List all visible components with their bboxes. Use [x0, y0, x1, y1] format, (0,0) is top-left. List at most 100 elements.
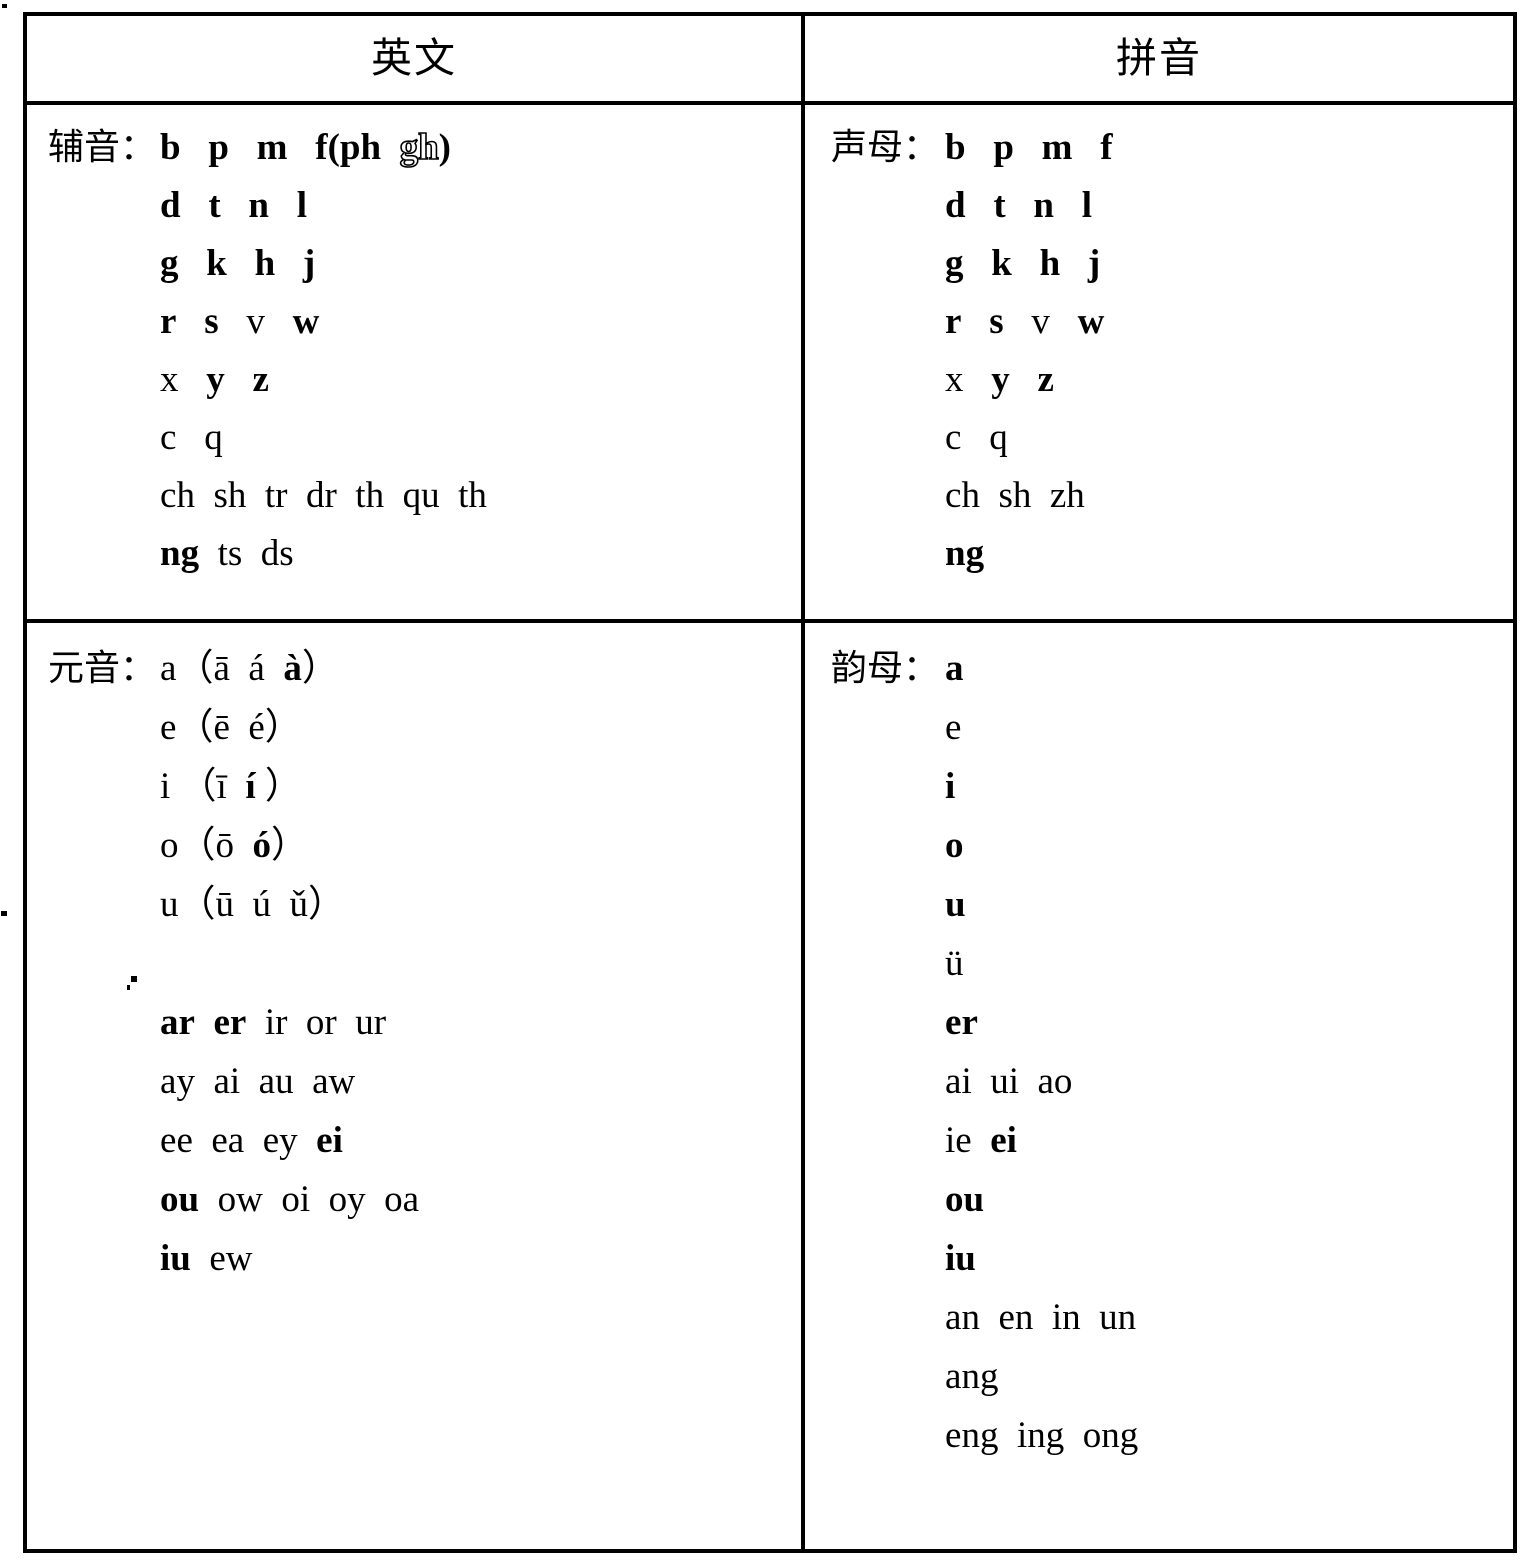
- column-header-english: 英文: [371, 34, 457, 82]
- phoneme-token: [1019, 1061, 1038, 1102]
- phoneme-line: c q: [945, 409, 1113, 467]
- phoneme-token: ): [438, 127, 451, 168]
- phoneme-token: [199, 1179, 218, 1220]
- phoneme-token: [1014, 127, 1042, 168]
- phoneme-token: [269, 185, 297, 226]
- phoneme-token: b: [160, 127, 181, 168]
- phoneme-token: ai: [945, 1061, 972, 1102]
- phoneme-token: [193, 1120, 212, 1161]
- column-header-pinyin: 拼音: [1116, 34, 1202, 82]
- phoneme-token: [246, 1002, 265, 1043]
- phoneme-token: oy: [328, 1179, 366, 1220]
- phoneme-token: th: [458, 475, 487, 516]
- phoneme-token: iu: [945, 1238, 976, 1279]
- phonics-comparison-table: 英文 拼音 辅音： b p m f(ph gh) d t n lg k h jr …: [23, 12, 1517, 1553]
- phoneme-token: f: [1100, 127, 1113, 168]
- phoneme-line: ee ea ey ei: [160, 1111, 419, 1170]
- phoneme-token: [199, 533, 218, 574]
- phoneme-token: [287, 1002, 306, 1043]
- phoneme-token: w: [292, 301, 320, 342]
- phoneme-token: zh: [1049, 475, 1085, 516]
- scan-artifact-speck: [131, 976, 137, 982]
- phoneme-token: ou: [160, 1179, 200, 1220]
- phoneme-token: v: [1031, 301, 1050, 342]
- phoneme-line: ay ai au aw: [160, 1052, 419, 1111]
- consonant-cell-pinyin: 声母： b p m fd t n lg k h jr s v wx y zc q…: [805, 105, 1513, 619]
- phoneme-token: h: [1039, 243, 1061, 284]
- phoneme-token: [230, 648, 249, 689]
- consonant-row: 辅音： b p m f(ph gh) d t n lg k h jr s v wx…: [27, 105, 1513, 623]
- phoneme-token: iu: [160, 1238, 191, 1279]
- phoneme-token: l: [1081, 185, 1093, 226]
- phoneme-token: y: [991, 359, 1010, 400]
- phoneme-token: [966, 127, 994, 168]
- phoneme-token: o（ō: [160, 825, 235, 866]
- phoneme-line: o: [945, 816, 1138, 875]
- phoneme-token: [263, 1179, 282, 1220]
- phoneme-token: [440, 475, 459, 516]
- phoneme-token: ai: [213, 1061, 241, 1102]
- phoneme-token: t: [993, 185, 1006, 226]
- phoneme-line: [160, 934, 419, 993]
- phoneme-token: [287, 475, 306, 516]
- phoneme-token: r: [160, 301, 177, 342]
- phoneme-line: ou ow oi oy oa: [160, 1170, 419, 1229]
- phoneme-line: eng ing ong: [945, 1406, 1138, 1465]
- phoneme-line: b p m f(ph gh): [160, 119, 487, 177]
- scan-artifact-speck: [2, 4, 7, 8]
- phoneme-token: [227, 243, 255, 284]
- phoneme-token: e: [945, 707, 962, 748]
- phoneme-token: [288, 127, 316, 168]
- vowel-english-body: 元音： a（ā á à） e（ē é） i （ī í ） o（ō ó） u（ū ú ǔ）…: [27, 623, 801, 1288]
- phoneme-token: [229, 127, 257, 168]
- phoneme-token: [1081, 1297, 1100, 1338]
- phoneme-line: ar er ir or ur: [160, 993, 419, 1052]
- phoneme-token: [176, 301, 204, 342]
- phoneme-token: ie: [945, 1120, 972, 1161]
- phoneme-token: ow: [217, 1179, 263, 1220]
- phoneme-token: [221, 185, 249, 226]
- phoneme-token: [1012, 243, 1040, 284]
- phoneme-token: ó: [252, 825, 272, 866]
- phoneme-token: n: [248, 185, 269, 226]
- consonant-pinyin-lines: b p m fd t n lg k h jr s v wx y zc q ch s…: [939, 119, 1113, 583]
- phoneme-line: ü: [945, 934, 1138, 993]
- phoneme-token: g: [945, 243, 964, 284]
- phoneme-token: [275, 243, 303, 284]
- phoneme-token: eng: [945, 1415, 999, 1456]
- phoneme-token: ）: [255, 766, 302, 807]
- phoneme-token: ei: [316, 1120, 343, 1161]
- consonant-english-body: 辅音： b p m f(ph gh) d t n lg k h jr s v wx…: [27, 105, 801, 583]
- phoneme-line: u（ū ú ǔ）: [160, 875, 419, 934]
- phoneme-token: [998, 1415, 1017, 1456]
- header-cell-pinyin: 拼音: [805, 16, 1513, 101]
- scan-artifact-speck: [1, 911, 7, 916]
- phoneme-token: qu: [402, 475, 440, 516]
- phoneme-token: í: [245, 766, 256, 807]
- phoneme-token: er: [945, 1002, 978, 1043]
- phoneme-token: ir: [264, 1002, 288, 1043]
- phoneme-token: sh: [213, 475, 247, 516]
- phoneme-token: [966, 185, 994, 226]
- phoneme-token: é）: [248, 707, 302, 748]
- phoneme-token: p: [993, 127, 1014, 168]
- phoneme-token: k: [991, 243, 1012, 284]
- phoneme-token: ng: [945, 533, 985, 574]
- phoneme-token: u: [945, 884, 966, 925]
- phoneme-token: [337, 475, 356, 516]
- phoneme-token: [179, 243, 207, 284]
- phoneme-token: ch: [945, 475, 980, 516]
- phoneme-token: [246, 475, 265, 516]
- phoneme-token: [240, 1061, 259, 1102]
- phoneme-token: ng: [160, 533, 200, 574]
- phoneme-token: [964, 359, 992, 400]
- consonant-cell-english: 辅音： b p m f(ph gh) d t n lg k h jr s v wx…: [27, 105, 805, 619]
- phoneme-token: sh: [998, 475, 1032, 516]
- phoneme-token: q: [204, 417, 223, 458]
- phoneme-token: [337, 1002, 356, 1043]
- phoneme-token: [961, 417, 989, 458]
- phoneme-token: an: [945, 1297, 980, 1338]
- phoneme-token: s: [204, 301, 219, 342]
- phoneme-line: b p m f: [945, 119, 1113, 177]
- phoneme-token: q: [989, 417, 1008, 458]
